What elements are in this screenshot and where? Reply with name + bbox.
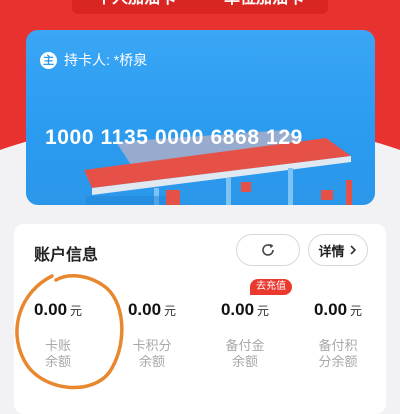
card-points-unit: 元 xyxy=(164,304,177,318)
reserve-points-unit: 元 xyxy=(350,304,363,318)
reserve-fund-amount: 0.00 xyxy=(220,300,255,319)
tab-company-card[interactable]: 单位加油卡 xyxy=(200,0,328,14)
reserve-fund-label: 备付金 余额 xyxy=(225,338,265,369)
card-type-tabs: 个人加油卡 单位加油卡 xyxy=(72,0,328,14)
reserve-points-amount: 0.00 xyxy=(313,300,348,319)
reserve-points-value: 0.00 元 xyxy=(298,300,378,320)
primary-card-badge: 主 xyxy=(40,51,57,69)
card-balance-amount: 0.00 xyxy=(33,300,68,319)
reserve-fund-value[interactable]: 0.00 元 xyxy=(205,300,285,320)
reserve-points-label: 备付积 分余额 xyxy=(318,338,358,369)
card-balance-unit: 元 xyxy=(70,304,83,318)
refresh-button[interactable] xyxy=(236,234,300,266)
account-info-panel: 账户信息 详情 去充值 0.00 元 卡账 余额 0.00 元 卡积分 余额 0.00 元… xyxy=(14,224,386,414)
reserve-fund-unit: 元 xyxy=(257,304,270,318)
recharge-badge[interactable]: 去充值 xyxy=(250,279,292,295)
refresh-icon xyxy=(262,243,274,256)
details-label: 详情 xyxy=(318,243,345,259)
details-button[interactable]: 详情 xyxy=(308,234,368,266)
card-holder: 主 持卡人: *桥泉 xyxy=(40,50,147,70)
chevron-right-icon xyxy=(349,245,356,255)
card-balance-label: 卡账 余额 xyxy=(44,338,71,369)
card-points-amount: 0.00 xyxy=(127,300,162,319)
account-info-title: 账户信息 xyxy=(34,247,99,264)
card-holder-name: 持卡人: *桥泉 xyxy=(64,52,148,68)
fuel-card[interactable]: 主 持卡人: *桥泉 1000 1135 0000 6868 129 xyxy=(26,30,375,205)
card-balance-value: 0.00 元 xyxy=(18,300,98,320)
tab-personal-card[interactable]: 个人加油卡 xyxy=(72,0,200,14)
card-points-value: 0.00 元 xyxy=(112,300,192,320)
card-number: 1000 1135 0000 6868 129 xyxy=(45,126,303,149)
card-points-label: 卡积分 余额 xyxy=(132,338,172,369)
